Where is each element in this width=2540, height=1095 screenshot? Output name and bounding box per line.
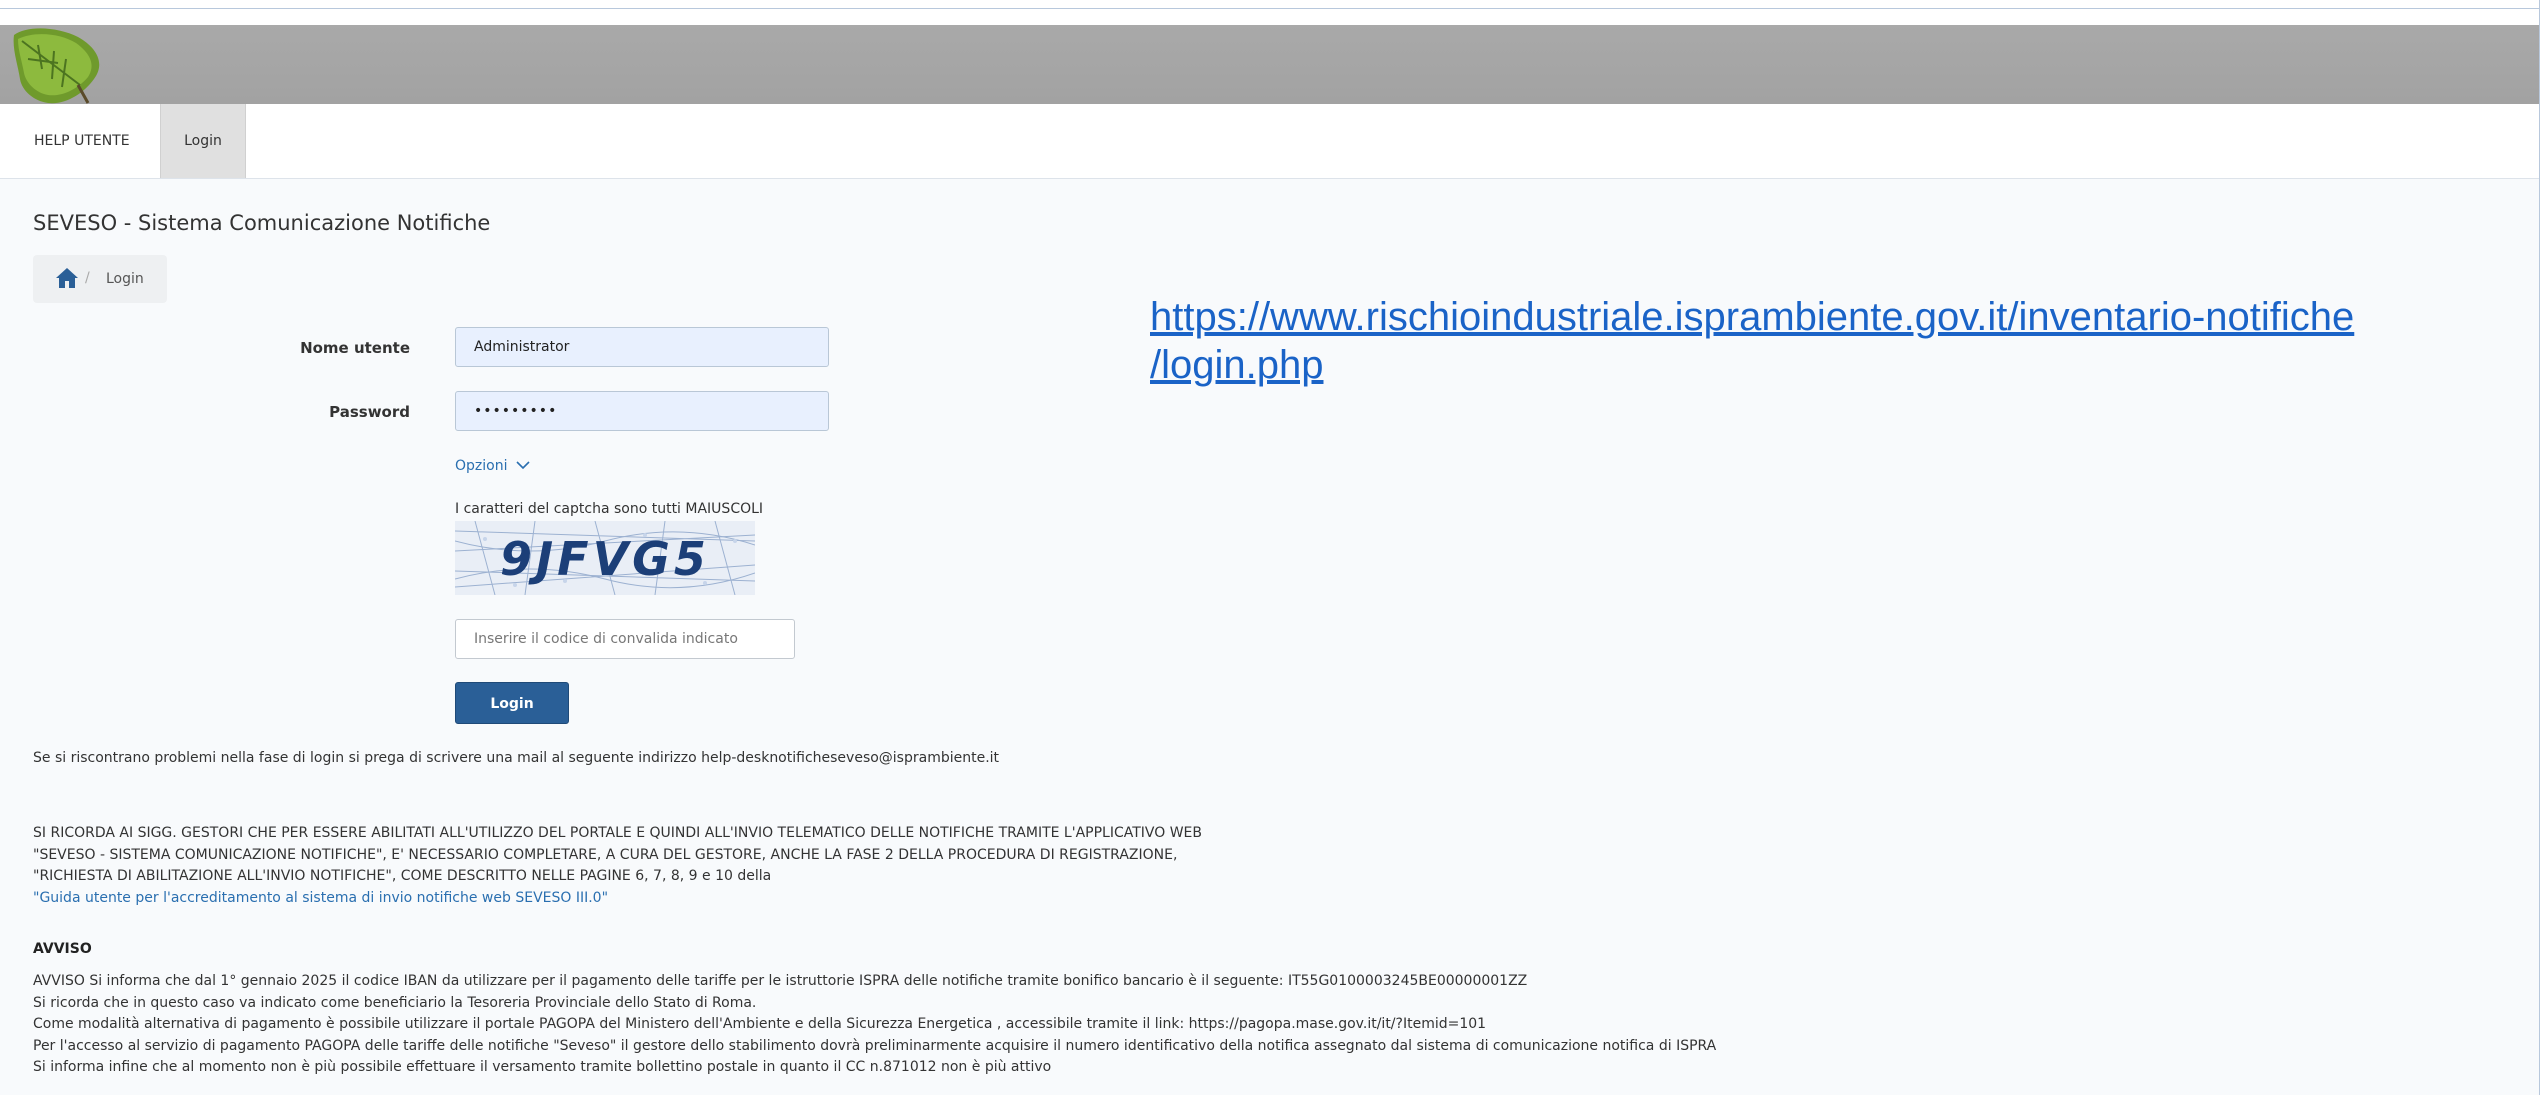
- username-label: Nome utente: [300, 339, 410, 357]
- url-annotation-line-1: https://www.rischioindustriale.isprambie…: [1150, 295, 2355, 339]
- chevron-down-icon: [516, 461, 530, 470]
- options-label: Opzioni: [455, 458, 508, 474]
- accreditation-notice: SI RICORDA AI SIGG. GESTORI CHE PER ESSE…: [33, 823, 1202, 909]
- header-banner: [0, 25, 2540, 104]
- breadcrumb-separator: /: [85, 270, 90, 286]
- nav-help-utente[interactable]: HELP UTENTE: [12, 104, 152, 178]
- captcha-image: 9JFVG5: [455, 521, 755, 595]
- nav-login[interactable]: Login: [160, 104, 246, 178]
- notice-line-1: SI RICORDA AI SIGG. GESTORI CHE PER ESSE…: [33, 825, 1202, 841]
- url-annotation-line-2: /login.php: [1150, 343, 1324, 387]
- captcha-note: I caratteri del captcha sono tutti MAIUS…: [455, 501, 764, 517]
- captcha-text: 9JFVG5: [500, 532, 710, 586]
- avviso-line-2: Si ricorda che in questo caso va indicat…: [33, 994, 757, 1011]
- url-annotation[interactable]: https://www.rischioindustriale.isprambie…: [1150, 293, 2540, 389]
- captcha-input[interactable]: Inserire il codice di convalida indicato: [455, 619, 795, 659]
- breadcrumb-current: Login: [106, 271, 144, 287]
- breadcrumb: / Login: [33, 255, 167, 303]
- top-navbar: HELP UTENTE Login: [0, 104, 2540, 179]
- avviso-line-4: Per l'accesso al servizio di pagamento P…: [33, 1037, 1717, 1054]
- leaf-logo: [13, 28, 100, 104]
- avviso-title: AVVISO: [33, 941, 92, 957]
- password-input[interactable]: •••••••••: [455, 391, 829, 431]
- notice-line-2: "SEVESO - SISTEMA COMUNICAZIONE NOTIFICH…: [33, 846, 1178, 863]
- avviso-line-3: Come modalità alternativa di pagamento è…: [33, 1016, 1487, 1032]
- home-icon[interactable]: [55, 267, 79, 289]
- avviso-line-1: AVVISO Si informa che dal 1° gennaio 202…: [33, 973, 1528, 989]
- password-label: Password: [329, 403, 410, 421]
- window-top-border: [0, 0, 2540, 9]
- options-toggle[interactable]: Opzioni: [455, 458, 530, 474]
- help-contact-text: Se si riscontrano problemi nella fase di…: [33, 750, 1000, 766]
- login-button[interactable]: Login: [455, 682, 569, 724]
- avviso-body: AVVISO Si informa che dal 1° gennaio 202…: [33, 971, 1716, 1079]
- user-guide-link[interactable]: "Guida utente per l'accreditamento al si…: [33, 888, 1202, 910]
- page-title: SEVESO - Sistema Comunicazione Notifiche: [33, 211, 491, 235]
- avviso-line-5: Si informa infine che al momento non è p…: [33, 1059, 1052, 1075]
- notice-line-3: "RICHIESTA DI ABILITAZIONE ALL'INVIO NOT…: [33, 868, 772, 884]
- username-input[interactable]: Administrator: [455, 327, 829, 367]
